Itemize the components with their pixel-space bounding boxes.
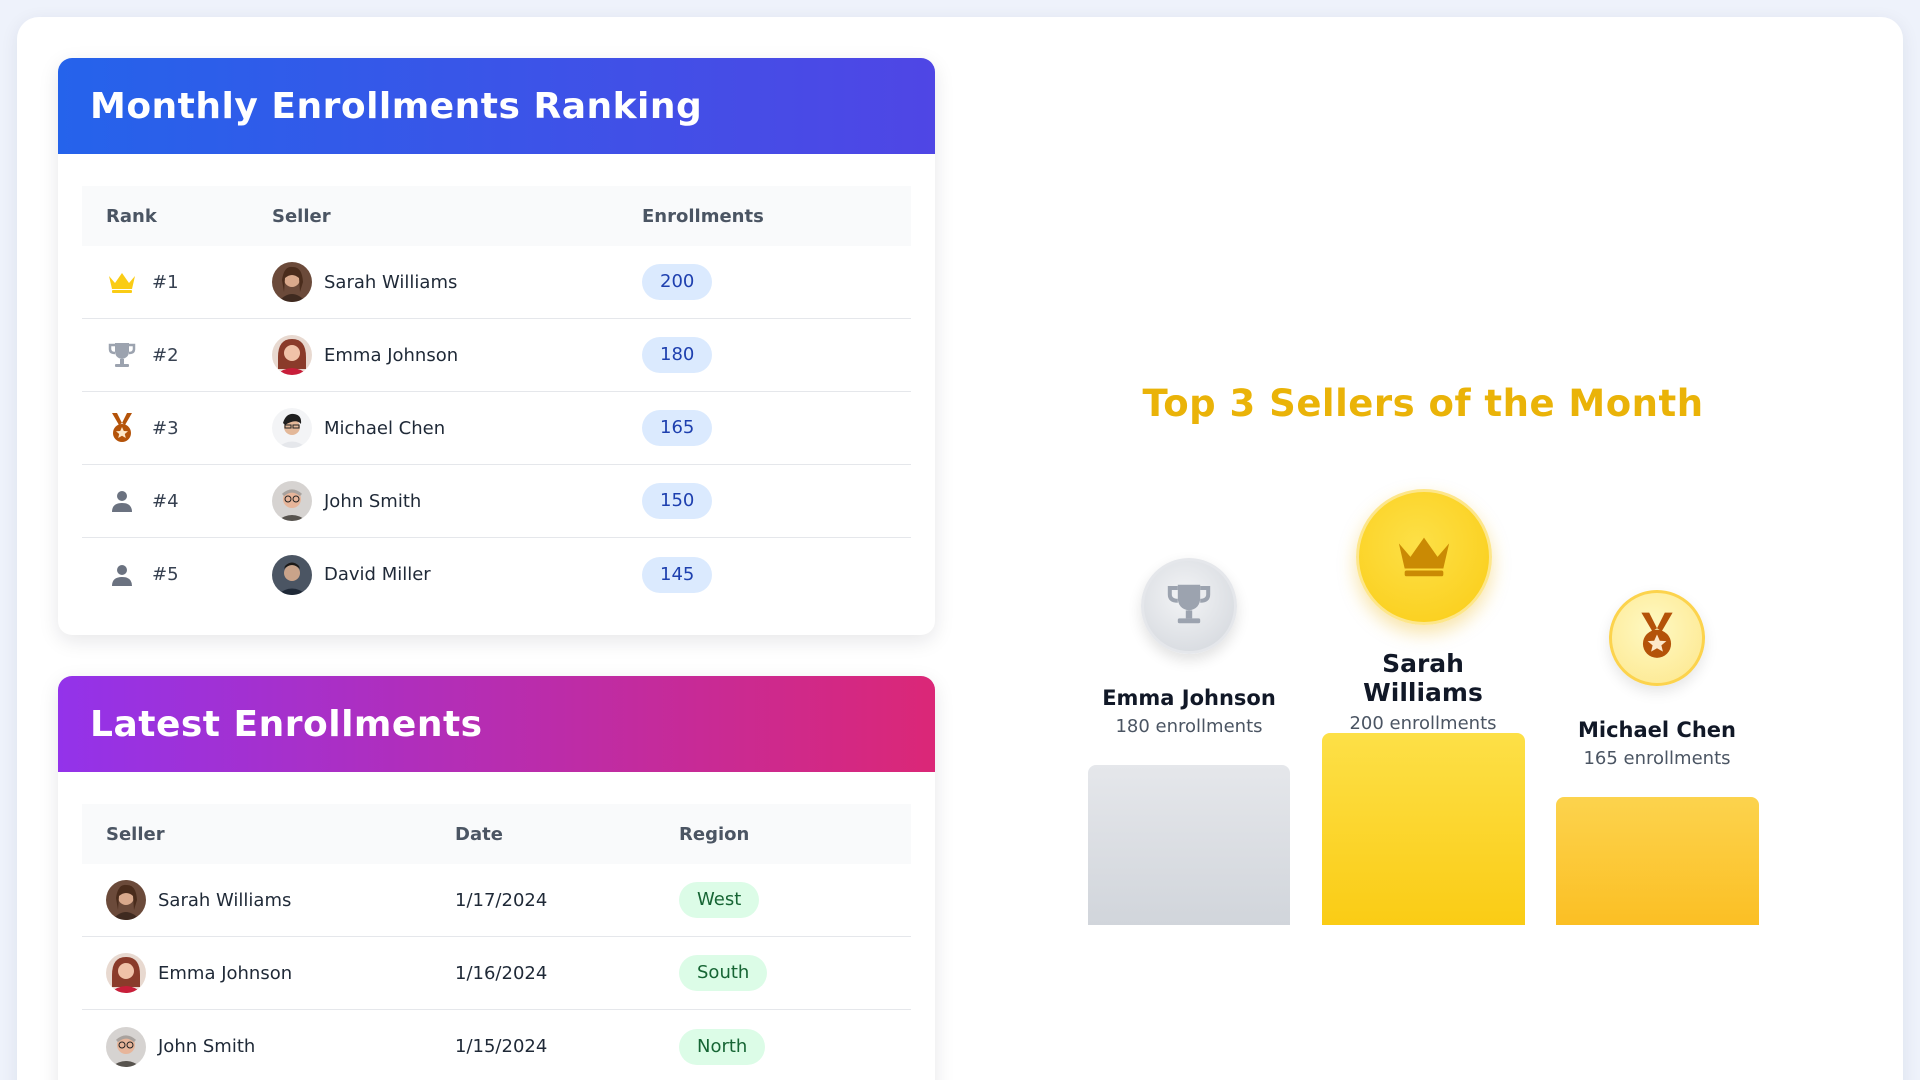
- first-place-avatar[interactable]: [1356, 489, 1492, 625]
- second-place-info: Emma Johnson 180 enrollments: [1088, 686, 1290, 737]
- enrollments-badge: 180: [642, 337, 713, 373]
- first-place-block: [1322, 733, 1525, 925]
- seller-name: Emma Johnson: [158, 962, 293, 984]
- second-place-name: Emma Johnson: [1102, 686, 1276, 710]
- column-header-rank[interactable]: Rank: [82, 206, 272, 227]
- third-place-name: Michael Chen: [1578, 718, 1736, 742]
- seller-name: John Smith: [324, 490, 422, 512]
- region-badge: South: [679, 955, 768, 991]
- rank-label: #1: [152, 271, 179, 293]
- latest-enrollments-table: Seller Date Region Sarah Williams 1/17/2…: [82, 804, 911, 1080]
- column-header-enrollments[interactable]: Enrollments: [642, 206, 911, 227]
- seller-name: David Miller: [324, 564, 431, 585]
- enrollments-badge: 165: [642, 410, 713, 446]
- second-place-avatar[interactable]: [1141, 558, 1237, 654]
- avatar: [272, 335, 312, 375]
- second-place-enrollments: 180 enrollments: [1115, 716, 1263, 737]
- column-header-seller[interactable]: Seller: [272, 206, 642, 227]
- enrollment-date: 1/15/2024: [455, 1036, 548, 1057]
- crown-icon: [106, 266, 138, 298]
- third-place-block: [1556, 797, 1759, 925]
- region-badge: West: [679, 882, 760, 918]
- avatar: [272, 554, 312, 595]
- third-place-enrollments: 165 enrollments: [1583, 748, 1731, 769]
- table-row[interactable]: #5 David Miller 145: [82, 538, 911, 611]
- avatar: [272, 408, 312, 448]
- third-place-info: Michael Chen 165 enrollments: [1556, 718, 1758, 769]
- user-icon: [106, 485, 138, 517]
- enrollments-badge: 150: [642, 483, 713, 519]
- region-badge: North: [679, 1028, 766, 1065]
- column-header-region[interactable]: Region: [679, 824, 911, 845]
- medal-icon: [1635, 611, 1679, 665]
- seller-name: Michael Chen: [324, 417, 446, 439]
- ranking-card: Monthly Enrollments Ranking Rank Seller …: [58, 58, 935, 635]
- column-header-seller[interactable]: Seller: [82, 824, 455, 845]
- crown-icon: [1395, 531, 1453, 583]
- rank-label: #2: [152, 344, 179, 366]
- first-place-info: Sarah Williams 200 enrollments: [1322, 649, 1524, 734]
- ranking-table: Rank Seller Enrollments #1 Sarah William…: [82, 186, 911, 611]
- ranking-title: Monthly Enrollments Ranking: [58, 58, 935, 154]
- avatar: [106, 953, 146, 993]
- first-place-name: Sarah Williams: [1363, 649, 1483, 707]
- avatar: [272, 481, 312, 521]
- avatar: [106, 880, 146, 920]
- trophy-icon: [1165, 581, 1213, 631]
- latest-enrollments-card: Latest Enrollments Seller Date Region Sa…: [58, 676, 935, 1080]
- table-row[interactable]: #4 John Smith 150: [82, 465, 911, 538]
- trophy-icon: [106, 339, 138, 371]
- enrollments-badge: 145: [642, 556, 713, 593]
- enrollment-date: 1/16/2024: [455, 962, 548, 984]
- rank-label: #4: [152, 490, 179, 512]
- second-place-block: [1088, 765, 1290, 925]
- medal-icon: [106, 412, 138, 444]
- user-icon: [106, 559, 138, 591]
- podium-title: Top 3 Sellers of the Month: [1142, 382, 1704, 425]
- table-row[interactable]: #3 Michael Chen 165: [82, 392, 911, 465]
- latest-table-header: Seller Date Region: [82, 804, 911, 864]
- table-row[interactable]: #2 Emma Johnson 180: [82, 319, 911, 392]
- first-place-enrollments: 200 enrollments: [1349, 713, 1497, 734]
- rank-label: #5: [152, 564, 179, 585]
- seller-name: Sarah Williams: [324, 271, 458, 293]
- seller-name: John Smith: [158, 1036, 256, 1057]
- enrollment-date: 1/17/2024: [455, 889, 548, 911]
- seller-name: Sarah Williams: [158, 889, 292, 911]
- third-place-avatar[interactable]: [1609, 590, 1705, 686]
- avatar: [106, 1026, 146, 1067]
- table-row[interactable]: Emma Johnson 1/16/2024 South: [82, 937, 911, 1010]
- table-row[interactable]: #1 Sarah Williams 200: [82, 246, 911, 319]
- column-header-date[interactable]: Date: [455, 824, 679, 845]
- avatar: [272, 262, 312, 302]
- table-row[interactable]: John Smith 1/15/2024 North: [82, 1010, 911, 1080]
- table-row[interactable]: Sarah Williams 1/17/2024 West: [82, 864, 911, 937]
- seller-name: Emma Johnson: [324, 344, 459, 366]
- enrollments-badge: 200: [642, 264, 713, 300]
- latest-enrollments-title: Latest Enrollments: [58, 676, 935, 772]
- rank-label: #3: [152, 417, 179, 439]
- ranking-table-header: Rank Seller Enrollments: [82, 186, 911, 246]
